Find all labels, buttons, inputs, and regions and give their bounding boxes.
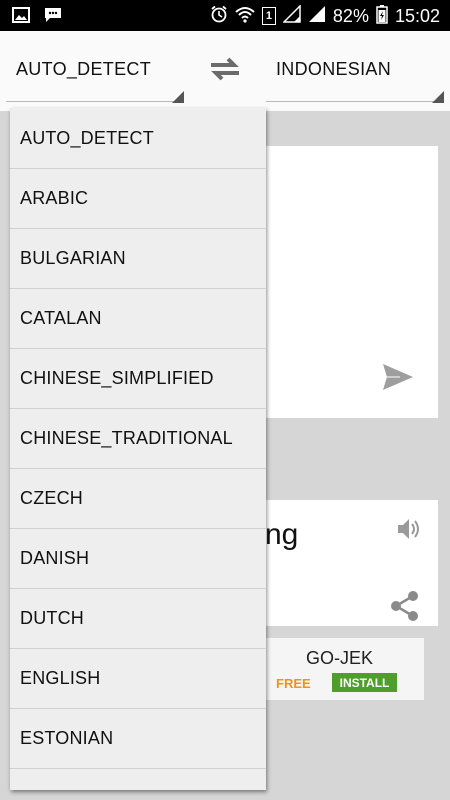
share-icon[interactable] — [390, 590, 420, 627]
message-icon — [44, 7, 62, 28]
dropdown-item[interactable]: BULGARIAN — [10, 229, 266, 289]
source-language-spinner[interactable]: AUTO_DETECT — [16, 59, 151, 80]
dropdown-item[interactable]: AUTO_DETECT — [10, 108, 266, 169]
target-spinner-underline — [266, 101, 444, 102]
source-spinner-underline — [6, 101, 184, 102]
dropdown-item[interactable]: ENGLISH — [10, 649, 266, 709]
dropdown-item[interactable]: CHINESE_SIMPLIFIED — [10, 349, 266, 409]
ad-title: GO-JEK — [306, 648, 374, 668]
sim-indicator: 1 — [261, 7, 276, 25]
image-icon — [12, 7, 30, 28]
dropdown-item[interactable]: DANISH — [10, 529, 266, 589]
dropdown-item[interactable]: CATALAN — [10, 289, 266, 349]
wifi-icon — [235, 5, 255, 28]
translation-output-text: ng — [265, 518, 299, 551]
signal-icon — [308, 5, 326, 28]
language-bar: AUTO_DETECT INDONESIAN — [0, 31, 450, 111]
dropdown-item[interactable]: DUTCH — [10, 589, 266, 649]
ad-install-button[interactable]: INSTALL — [332, 673, 397, 692]
status-bar: 1 82% 15:02 — [0, 0, 450, 31]
speaker-icon[interactable] — [396, 516, 422, 547]
target-language-spinner[interactable]: INDONESIAN — [276, 59, 391, 80]
dropdown-item[interactable]: ARABIC — [10, 169, 266, 229]
battery-percent: 82% — [332, 5, 369, 26]
alarm-icon — [210, 5, 228, 28]
source-spinner-arrow-icon — [172, 91, 184, 103]
signal-icon — [282, 3, 301, 28]
language-dropdown: AUTO_DETECT ARABIC BULGARIAN CATALAN CHINESE… — [10, 108, 266, 790]
dropdown-item[interactable]: CHINESE_TRADITIONAL — [10, 409, 266, 469]
battery-icon — [376, 4, 388, 29]
send-icon[interactable] — [382, 362, 414, 397]
target-spinner-arrow-icon — [432, 91, 444, 103]
swap-arrows-icon[interactable] — [208, 57, 242, 86]
ad-price: FREE — [276, 676, 311, 691]
dropdown-item[interactable]: ESTONIAN — [10, 709, 266, 769]
dropdown-item[interactable]: CZECH — [10, 469, 266, 529]
clock: 15:02 — [394, 5, 440, 26]
